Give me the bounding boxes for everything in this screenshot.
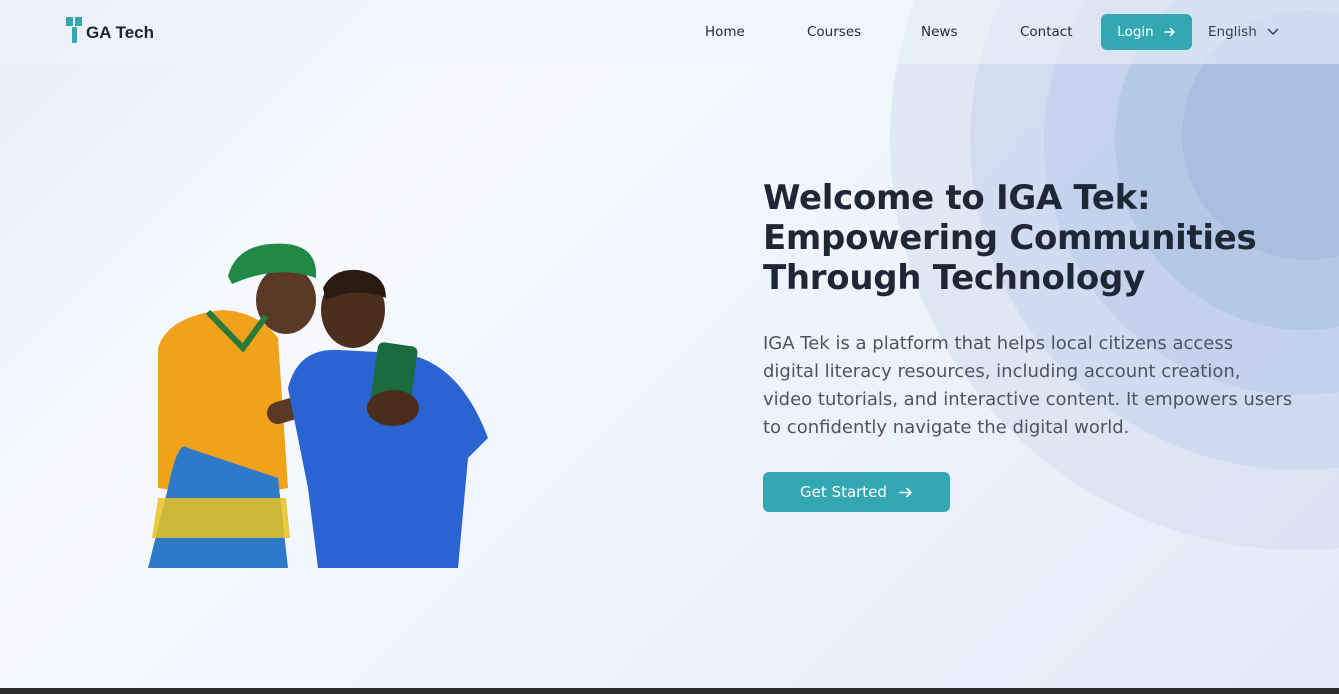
- get-started-button[interactable]: Get Started: [763, 472, 950, 512]
- nav-link-contact[interactable]: Contact: [1020, 24, 1073, 40]
- get-started-label: Get Started: [800, 483, 887, 501]
- nav-link-courses[interactable]: Courses: [807, 24, 861, 40]
- language-label: English: [1208, 24, 1257, 40]
- brand-name: GA Tech: [86, 23, 155, 42]
- language-selector[interactable]: English: [1208, 24, 1279, 40]
- chevron-down-icon: [1267, 28, 1278, 35]
- login-button[interactable]: Login: [1101, 14, 1192, 50]
- hero-title: Welcome to IGA Tek: Empowering Communiti…: [763, 178, 1257, 298]
- window-bottom-edge: [0, 688, 1339, 694]
- login-label: Login: [1117, 24, 1154, 40]
- logo-icon: [66, 17, 82, 43]
- top-navbar: GA Tech Home Courses News Contact Login …: [0, 0, 1339, 64]
- brand-logo[interactable]: GA Tech: [66, 17, 154, 43]
- nav-link-news[interactable]: News: [921, 24, 957, 40]
- hero-description: IGA Tek is a platform that helps local c…: [763, 333, 1293, 438]
- hero-image-people-with-phone: [128, 238, 498, 574]
- nav-link-home[interactable]: Home: [705, 24, 745, 40]
- arrow-right-icon: [1163, 27, 1175, 37]
- arrow-right-icon: [899, 487, 912, 497]
